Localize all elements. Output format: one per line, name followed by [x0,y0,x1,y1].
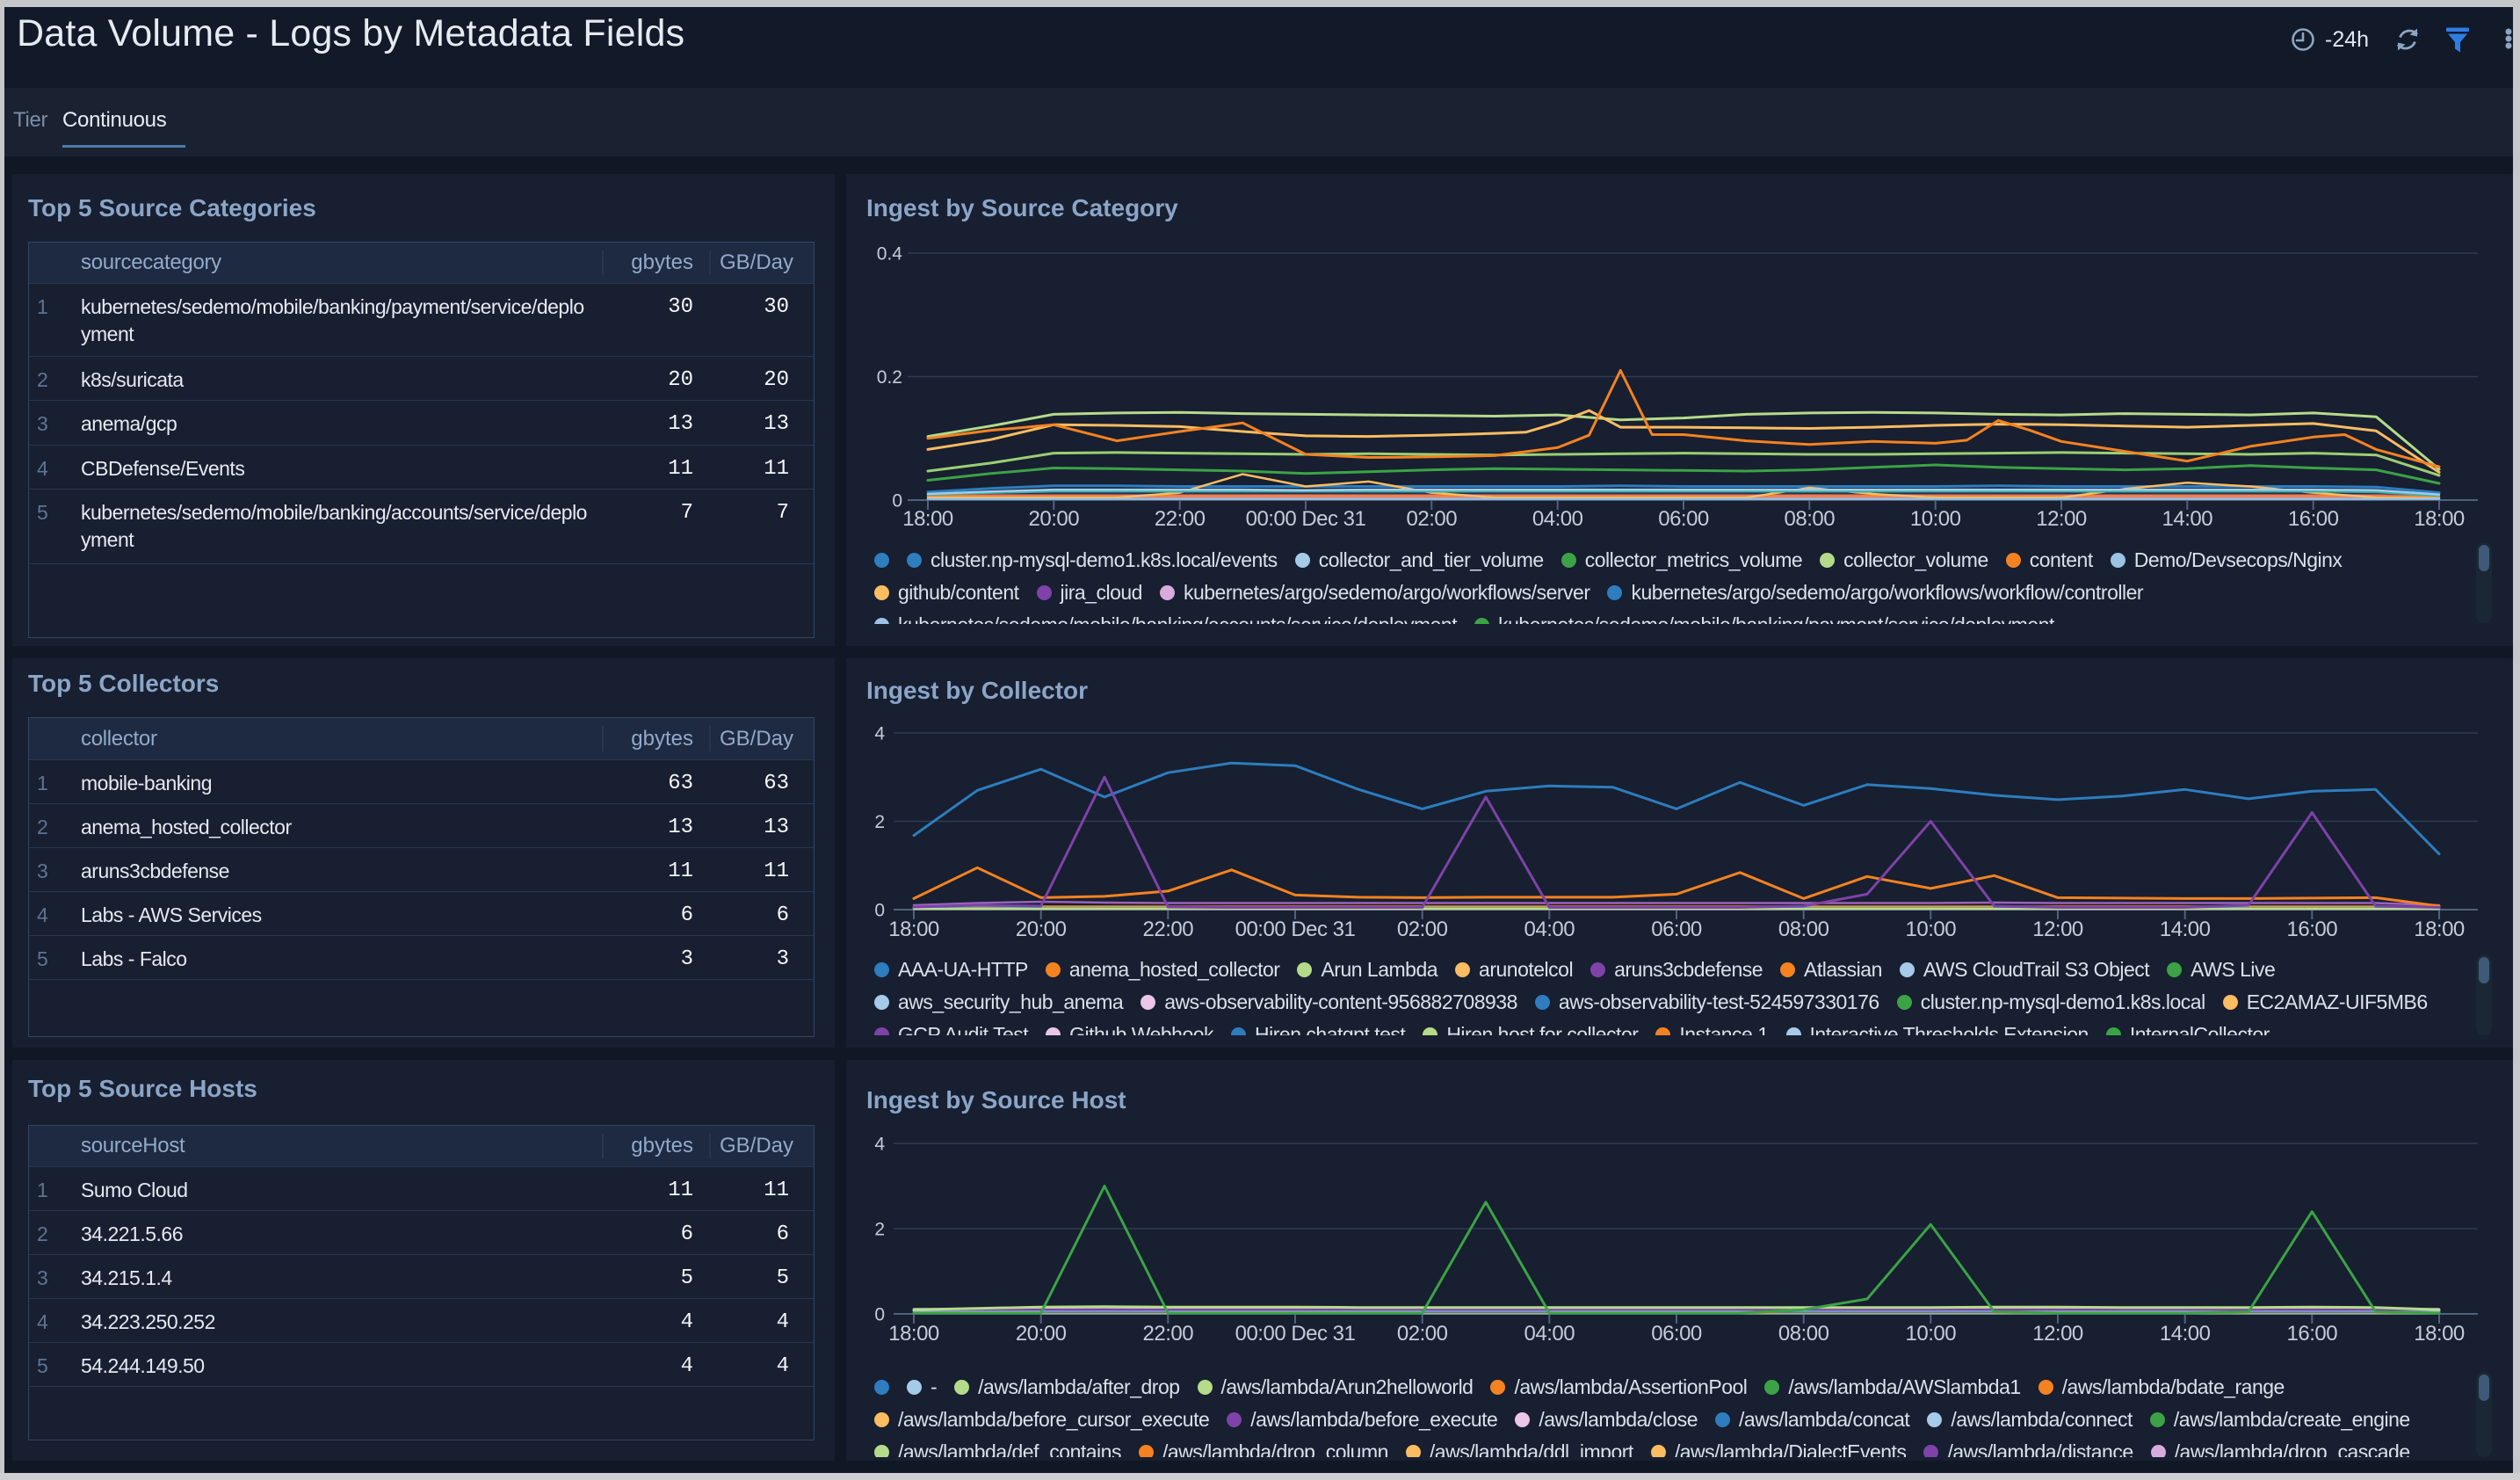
svg-text:04:00: 04:00 [1532,507,1583,531]
svg-text:4: 4 [874,724,885,744]
svg-text:10:00: 10:00 [1906,918,1957,941]
svg-text:04:00: 04:00 [1524,918,1575,941]
svg-text:0: 0 [874,901,885,921]
svg-text:16:00: 16:00 [2287,1322,2338,1346]
svg-text:06:00: 06:00 [1651,918,1702,941]
svg-text:18:00: 18:00 [2414,507,2465,531]
svg-text:02:00: 02:00 [1397,1322,1448,1346]
svg-text:00:00 Dec 31: 00:00 Dec 31 [1246,507,1366,531]
svg-text:02:00: 02:00 [1397,918,1448,941]
svg-text:4: 4 [874,1135,885,1155]
svg-text:08:00: 08:00 [1778,1322,1829,1346]
svg-text:2: 2 [874,1220,885,1240]
svg-text:18:00: 18:00 [888,918,939,941]
svg-text:20:00: 20:00 [1016,918,1067,941]
svg-text:00:00 Dec 31: 00:00 Dec 31 [1235,1322,1356,1346]
svg-text:00:00 Dec 31: 00:00 Dec 31 [1235,918,1356,941]
svg-text:20:00: 20:00 [1016,1322,1067,1346]
svg-text:22:00: 22:00 [1155,507,1206,531]
svg-text:18:00: 18:00 [888,1322,939,1346]
svg-text:10:00: 10:00 [1906,1322,1957,1346]
svg-text:06:00: 06:00 [1651,1322,1702,1346]
svg-text:10:00: 10:00 [1910,507,1961,531]
svg-text:02:00: 02:00 [1407,507,1458,531]
svg-text:16:00: 16:00 [2287,918,2338,941]
svg-text:14:00: 14:00 [2160,1322,2211,1346]
svg-text:20:00: 20:00 [1029,507,1080,531]
svg-text:18:00: 18:00 [2414,1322,2465,1346]
svg-text:08:00: 08:00 [1778,918,1829,941]
svg-text:06:00: 06:00 [1658,507,1709,531]
svg-text:12:00: 12:00 [2032,918,2083,941]
svg-text:0: 0 [892,491,902,511]
svg-text:18:00: 18:00 [902,507,953,531]
svg-text:22:00: 22:00 [1143,1322,1194,1346]
svg-text:18:00: 18:00 [2414,918,2465,941]
svg-text:0.2: 0.2 [877,367,902,388]
svg-text:12:00: 12:00 [2032,1322,2083,1346]
svg-text:14:00: 14:00 [2160,918,2211,941]
svg-text:12:00: 12:00 [2036,507,2087,531]
svg-text:14:00: 14:00 [2162,507,2213,531]
svg-text:22:00: 22:00 [1143,918,1194,941]
svg-text:2: 2 [874,812,885,832]
svg-text:0: 0 [874,1305,885,1325]
svg-text:0.4: 0.4 [877,244,903,265]
svg-text:04:00: 04:00 [1524,1322,1575,1346]
svg-text:16:00: 16:00 [2288,507,2339,531]
svg-text:08:00: 08:00 [1785,507,1836,531]
